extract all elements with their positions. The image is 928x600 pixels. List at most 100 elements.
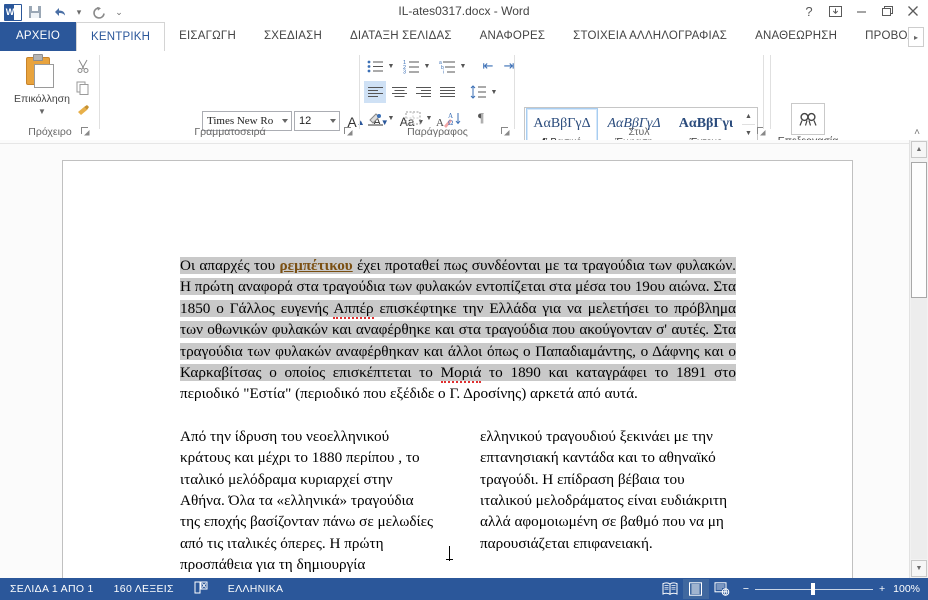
zoom-slider-thumb[interactable] <box>811 583 815 595</box>
clipboard-dialog-launcher-icon[interactable] <box>80 126 91 137</box>
status-page-number[interactable]: ΣΕΛΙΔΑ 1 ΑΠΟ 1 <box>0 583 104 595</box>
editing-find-icon[interactable] <box>791 103 825 135</box>
proofing-errors-icon[interactable] <box>184 581 218 597</box>
ribbon-display-options-icon[interactable] <box>822 0 848 22</box>
align-right-icon[interactable] <box>412 81 434 103</box>
column-right[interactable]: ελληνικού τραγουδιού ξεκινάει με την επτ… <box>480 426 736 576</box>
document-body[interactable]: Οι απαρχές του ρεμπέτικου έχει προταθεί … <box>180 255 736 576</box>
text-cursor <box>446 546 453 561</box>
paragraph-1[interactable]: Οι απαρχές του ρεμπέτικου έχει προταθεί … <box>180 255 736 405</box>
vertical-scrollbar[interactable]: ▲ ▼ <box>909 140 928 578</box>
multilevel-list-icon[interactable]: abi <box>436 55 458 77</box>
clipboard-mini-buttons <box>70 55 96 121</box>
restore-icon[interactable] <box>874 0 900 22</box>
tab-mailings[interactable]: ΣΤΟΙΧΕΙΑ ΑΛΛΗΛΟΓΡΑΦΙΑΣ <box>559 22 741 51</box>
close-icon[interactable] <box>900 0 926 22</box>
svg-text:Ω: Ω <box>448 119 453 126</box>
align-center-icon[interactable] <box>388 81 410 103</box>
tab-overflow-icon[interactable]: ▸ <box>908 27 924 47</box>
line-spacing-icon[interactable] <box>467 81 489 103</box>
tab-page-layout[interactable]: ΔΙΑΤΑΞΗ ΣΕΛΙΔΑΣ <box>336 22 466 51</box>
zoom-out-button[interactable]: − <box>743 583 749 595</box>
font-dialog-launcher-icon[interactable] <box>343 126 354 137</box>
group-font: Times New Ro 12 A▲ A▼ Aa▼ A B I U ▼ <box>100 51 461 158</box>
group-label-paragraph: Παράγραφος <box>407 126 468 138</box>
group-paragraph: ▼ 123 ▼ abi ▼ ⇤ ⇥ ▼ ▼ ▼ A Ω ¶ Παράγραφος <box>360 51 515 140</box>
misspelled-word-apper: Αππέρ <box>333 299 374 319</box>
paste-icon[interactable] <box>20 54 58 91</box>
save-icon[interactable] <box>24 2 46 22</box>
title-bar: IL-ates0317.docx - Word W ▾ ⌄ ? <box>0 0 928 22</box>
status-word-count[interactable]: 160 ΛΕΞΕΙΣ <box>104 583 184 595</box>
document-title: IL-ates0317.docx - Word <box>398 4 530 18</box>
p1-seg-d: το 1890 και καταγράφει το 1891 στο <box>481 364 736 382</box>
p1-seg-e: περιοδικό "Εστία" (περιοδικό που εξέδιδε… <box>180 385 638 403</box>
view-web-layout-icon[interactable] <box>709 579 735 599</box>
customize-qat-icon[interactable]: ⌄ <box>112 2 126 22</box>
hyperlink-rebetiko[interactable]: ρεμπέτικου <box>279 257 352 274</box>
status-language[interactable]: ΕΛΛΗΝΙΚΑ <box>218 583 294 595</box>
column-right-text: ελληνικού τραγουδιού ξεκινάει με την επτ… <box>480 427 728 552</box>
cut-icon[interactable] <box>70 55 96 77</box>
format-painter-icon[interactable] <box>70 99 96 121</box>
two-column-section: Από την ίδρυση του νεοελληνικού κράτους … <box>180 426 736 576</box>
undo-dropdown-icon[interactable]: ▾ <box>72 2 86 22</box>
scroll-down-icon[interactable]: ▼ <box>911 560 927 577</box>
scroll-up-icon[interactable]: ▲ <box>911 141 927 158</box>
undo-icon[interactable] <box>48 2 70 22</box>
zoom-control[interactable]: − + <box>735 583 893 595</box>
zoom-slider[interactable] <box>755 583 873 595</box>
p1-seg-a: Οι απαρχές του <box>180 257 280 274</box>
group-clipboard: Επικόλληση ▼ Πρόχειρο <box>0 51 100 140</box>
zoom-level-label[interactable]: 100% <box>893 583 928 595</box>
numbering-dropdown-icon[interactable]: ▼ <box>421 55 433 77</box>
scrollbar-thumb[interactable] <box>911 162 927 298</box>
group-label-font: Γραμματοσειρά <box>194 126 266 138</box>
help-icon[interactable]: ? <box>796 0 822 22</box>
styles-scroll-up-icon[interactable]: ▲ <box>742 108 755 125</box>
status-right-cluster: − + 100% <box>657 579 928 599</box>
multilevel-dropdown-icon[interactable]: ▼ <box>457 55 469 77</box>
line-spacing-dropdown-icon[interactable]: ▼ <box>488 81 500 103</box>
ribbon: Επικόλληση ▼ Πρόχειρο Times New Ro 12 A … <box>0 51 928 159</box>
tab-review[interactable]: ΑΝΑΘΕΩΡΗΣΗ <box>741 22 851 51</box>
svg-text:3: 3 <box>403 69 406 74</box>
column-left-text: Από την ίδρυση του νεοελληνικού κράτους … <box>180 427 434 574</box>
collapse-ribbon-icon[interactable]: ˄ <box>914 127 920 138</box>
justify-icon[interactable] <box>436 81 458 103</box>
document-page[interactable]: Οι απαρχές του ρεμπέτικου έχει προταθεί … <box>62 160 853 578</box>
word-logo-icon: W <box>4 3 22 21</box>
group-label-styles: Στυλ <box>628 126 650 138</box>
minimize-icon[interactable] <box>848 0 874 22</box>
decrease-indent-icon[interactable]: ⇤ <box>478 55 498 77</box>
status-bar: ΣΕΛΙΔΑ 1 ΑΠΟ 1 160 ΛΕΞΕΙΣ ΕΛΛΗΝΙΚΑ − + 1… <box>0 578 928 600</box>
window-controls: ? <box>796 0 926 22</box>
paragraph-dialog-launcher-icon[interactable] <box>500 126 511 137</box>
bullets-dropdown-icon[interactable]: ▼ <box>385 55 397 77</box>
tab-file[interactable]: ΑΡΧΕΙΟ <box>0 22 77 51</box>
view-read-mode-icon[interactable] <box>657 579 683 599</box>
column-left[interactable]: Από την ίδρυση του νεοελληνικού κράτους … <box>180 426 436 576</box>
tab-list: ΑΡΧΕΙΟ ΚΕΝΤΡΙΚΗ ΕΙΣΑΓΩΓΗ ΣΧΕΔΙΑΣΗ ΔΙΑΤΑΞ… <box>0 22 928 52</box>
numbering-icon[interactable]: 123 <box>400 55 422 77</box>
scrollbar-track[interactable] <box>911 298 927 559</box>
align-left-icon[interactable] <box>364 81 386 103</box>
group-styles: ΑαΒβΓγΔ ¶ Βασικό ΑαΒβΓγΔ Έμφαση ΑαΒβΓγι … <box>515 51 771 159</box>
copy-icon[interactable] <box>70 77 96 99</box>
zoom-in-button[interactable]: + <box>879 583 885 595</box>
ribbon-tab-bar: ΑΡΧΕΙΟ ΚΕΝΤΡΙΚΗ ΕΙΣΑΓΩΓΗ ΣΧΕΔΙΑΣΗ ΔΙΑΤΑΞ… <box>0 22 928 52</box>
quick-access-toolbar: W ▾ ⌄ <box>4 2 126 22</box>
svg-text:i: i <box>443 69 444 74</box>
redo-icon[interactable] <box>88 2 110 22</box>
misspelled-word-moria: Μοριά <box>440 364 482 384</box>
tab-home[interactable]: ΚΕΝΤΡΙΚΗ <box>76 22 166 52</box>
tab-insert[interactable]: ΕΙΣΑΓΩΓΗ <box>165 22 250 51</box>
view-print-layout-icon[interactable] <box>682 579 709 599</box>
group-editing: Επεξεργασία ▼ <box>763 51 873 158</box>
tab-design[interactable]: ΣΧΕΔΙΑΣΗ <box>250 22 336 51</box>
ruler <box>0 140 910 144</box>
tab-references[interactable]: ΑΝΑΦΟΡΕΣ <box>466 22 560 51</box>
document-work-area: Οι απαρχές του ρεμπέτικου έχει προταθεί … <box>0 140 928 578</box>
word-window: IL-ates0317.docx - Word W ▾ ⌄ ? ΑΡΧΕΙΟ Κ… <box>0 0 928 600</box>
bullets-icon[interactable] <box>364 55 386 77</box>
